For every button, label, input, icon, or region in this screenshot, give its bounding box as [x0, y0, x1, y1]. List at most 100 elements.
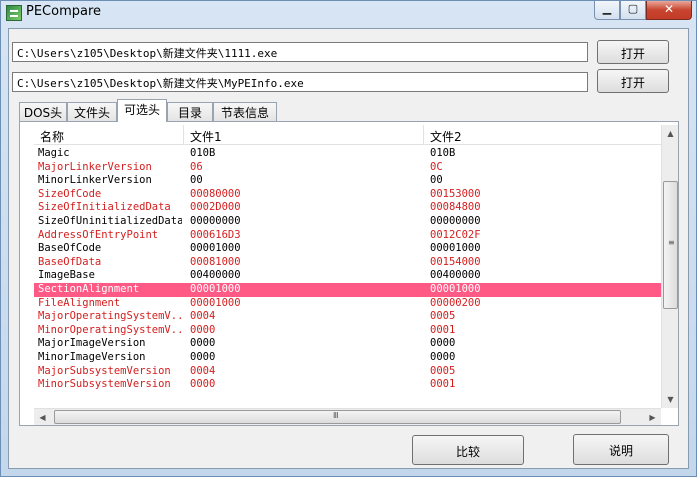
row-file1-cell: 00001000: [190, 296, 241, 309]
tab-section-table[interactable]: 节表信息: [213, 102, 277, 121]
row-file2-cell: 00000200: [430, 296, 481, 309]
table-row[interactable]: ImageBase 00400000 00400000: [34, 269, 662, 283]
row-name-cell: MajorSubsystemVersion: [38, 364, 171, 377]
table-row[interactable]: MajorImageVersion 0000 0000: [34, 337, 662, 351]
column-header-name[interactable]: 名称: [34, 125, 184, 145]
row-file1-cell: 00000000: [190, 215, 241, 227]
row-name-cell: SizeOfCode: [38, 187, 102, 200]
table-row[interactable]: MinorImageVersion 0000 0000: [34, 351, 662, 365]
row-file2-cell: 00: [430, 174, 443, 187]
row-file2-cell: 00001000: [430, 242, 481, 255]
row-file2-cell: 00001000: [430, 283, 481, 295]
row-file1-cell: 0000: [190, 351, 216, 363]
open-file1-button[interactable]: 打开: [597, 40, 669, 64]
table-row[interactable]: MajorSubsystemVersion 0004 0005: [34, 365, 662, 379]
row-file1-cell: 000616D3: [190, 228, 241, 241]
client-area: C:\Users\z105\Desktop\新建文件夹\1111.exe 打开 …: [8, 28, 689, 469]
scroll-up-arrow-icon[interactable]: ▲: [662, 125, 679, 142]
row-name-cell: MajorImageVersion: [38, 337, 146, 350]
close-button[interactable]: ✕: [646, 1, 692, 20]
table-row[interactable]: MinorSubsystemVersion 0000 0001: [34, 378, 662, 392]
tab-file-header[interactable]: 文件头: [67, 102, 117, 121]
row-name-cell: MinorLinkerVersion: [38, 174, 152, 187]
row-name-cell: FileAlignment: [38, 296, 121, 309]
scroll-left-arrow-icon[interactable]: ◀: [34, 409, 51, 426]
table-row[interactable]: MajorLinkerVersion 06 0C: [34, 161, 662, 175]
row-name-cell: ImageBase: [38, 269, 95, 282]
row-file2-cell: 010B: [430, 147, 456, 159]
row-file2-cell: 0000: [430, 351, 456, 363]
compare-button[interactable]: 比较: [412, 435, 524, 465]
file1-path-field[interactable]: C:\Users\z105\Desktop\新建文件夹\1111.exe: [12, 42, 588, 62]
horizontal-scroll-thumb[interactable]: Ⅲ: [54, 410, 621, 424]
list-header: 名称 文件1 文件2: [34, 125, 662, 145]
vertical-scroll-thumb[interactable]: ≡: [663, 181, 678, 309]
row-file1-cell: 010B: [190, 147, 216, 159]
row-file2-cell: 0000: [430, 337, 456, 350]
close-icon: ✕: [663, 2, 675, 16]
minimize-icon: ▁: [602, 2, 612, 15]
table-row[interactable]: SizeOfInitializedData 0002D000 00084800: [34, 201, 662, 215]
row-file1-cell: 0004: [190, 310, 216, 323]
tab-panel: 名称 文件1 文件2 Magic 010B 010B MajorLinkerVersi…: [19, 121, 679, 426]
minimize-button[interactable]: ▁: [594, 1, 620, 20]
row-name-cell: MinorOperatingSystemV...: [38, 323, 182, 336]
row-file1-cell: 00080000: [190, 187, 241, 200]
vertical-scrollbar[interactable]: ▲ ≡ ▼: [661, 125, 678, 408]
table-row[interactable]: BaseOfData 00081000 00154000: [34, 256, 662, 270]
column-header-file1[interactable]: 文件1: [184, 125, 424, 145]
table-row[interactable]: SizeOfUninitializedData 00000000 00000000: [34, 215, 662, 229]
row-name-cell: MajorLinkerVersion: [38, 160, 152, 173]
tab-optional-header[interactable]: 可选头: [117, 99, 167, 122]
row-file2-cell: 0012C02F: [430, 228, 481, 241]
maximize-button[interactable]: ▢: [620, 1, 646, 20]
scroll-down-arrow-icon[interactable]: ▼: [662, 391, 679, 408]
app-icon: [6, 5, 22, 21]
table-row[interactable]: BaseOfCode 00001000 00001000: [34, 242, 662, 256]
file2-path-field[interactable]: C:\Users\z105\Desktop\新建文件夹\MyPEInfo.exe: [12, 72, 588, 92]
column-header-file2[interactable]: 文件2: [424, 125, 662, 145]
row-file1-cell: 0000: [190, 378, 216, 391]
row-file1-cell: 06: [190, 160, 203, 173]
table-row[interactable]: SizeOfCode 00080000 00153000: [34, 188, 662, 202]
row-file2-cell: 00000000: [430, 215, 481, 227]
grip-icon: ≡: [668, 238, 675, 247]
row-file2-cell: 00153000: [430, 187, 481, 200]
row-file2-cell: 0005: [430, 364, 456, 377]
title-bar[interactable]: PECompare ▁ ▢ ✕: [1, 1, 696, 27]
help-button[interactable]: 说明: [573, 434, 669, 465]
horizontal-scrollbar[interactable]: ◀ Ⅲ ▶: [34, 408, 661, 425]
row-name-cell: SectionAlignment: [38, 283, 140, 295]
row-name-cell: MinorSubsystemVersion: [38, 378, 171, 391]
table-row[interactable]: FileAlignment 00001000 00000200: [34, 297, 662, 311]
tab-dos-header[interactable]: DOS头: [19, 102, 67, 121]
row-file1-cell: 00: [190, 174, 203, 187]
row-file2-cell: 00154000: [430, 255, 481, 268]
scroll-right-arrow-icon[interactable]: ▶: [644, 409, 661, 426]
row-name-cell: Magic: [38, 147, 70, 159]
open-file2-button[interactable]: 打开: [597, 69, 669, 93]
row-file1-cell: 00001000: [190, 242, 241, 255]
table-row[interactable]: MinorLinkerVersion 00 00: [34, 174, 662, 188]
table-row[interactable]: MajorOperatingSystemV... 0004 0005: [34, 310, 662, 324]
tab-directory[interactable]: 目录: [167, 102, 213, 121]
row-name-cell: SizeOfInitializedData: [38, 201, 171, 214]
row-file2-cell: 0001: [430, 323, 456, 336]
compare-list[interactable]: 名称 文件1 文件2 Magic 010B 010B MajorLinkerVersi…: [34, 125, 662, 408]
row-file2-cell: 00084800: [430, 201, 481, 214]
table-row[interactable]: AddressOfEntryPoint 000616D3 0012C02F: [34, 229, 662, 243]
row-file2-cell: 0005: [430, 310, 456, 323]
row-file1-cell: 00081000: [190, 255, 241, 268]
row-name-cell: SizeOfUninitializedData: [38, 215, 182, 227]
table-row[interactable]: MinorOperatingSystemV... 0000 0001: [34, 324, 662, 338]
table-row[interactable]: Magic 010B 010B: [34, 147, 662, 161]
grip-icon: Ⅲ: [333, 411, 339, 420]
row-name-cell: BaseOfCode: [38, 242, 102, 255]
row-name-cell: AddressOfEntryPoint: [38, 228, 159, 241]
window-title: PECompare: [26, 4, 102, 19]
row-name-cell: MinorImageVersion: [38, 351, 146, 363]
row-file1-cell: 0004: [190, 364, 216, 377]
table-row[interactable]: SectionAlignment 00001000 00001000: [34, 283, 662, 297]
row-file1-cell: 0000: [190, 337, 216, 350]
row-file2-cell: 0C: [430, 160, 443, 173]
